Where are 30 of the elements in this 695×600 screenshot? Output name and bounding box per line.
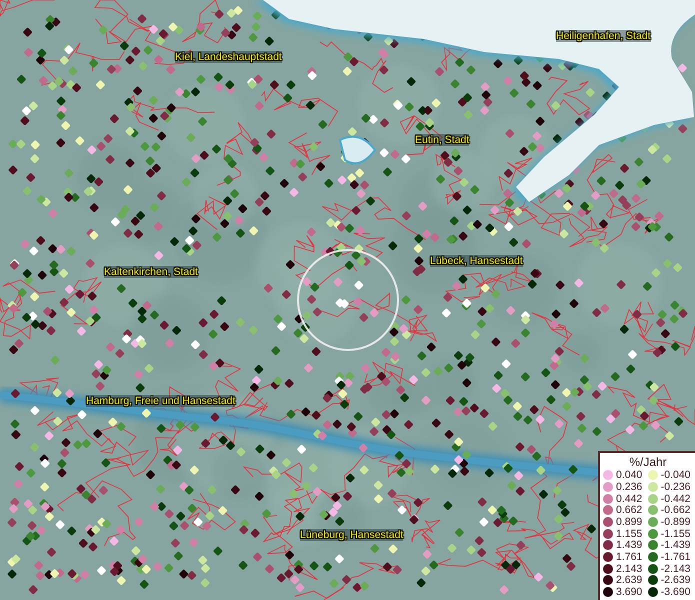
- legend-value: -0.442: [660, 492, 691, 505]
- legend-value: 0.442: [616, 492, 642, 505]
- legend-value: 1.439: [616, 539, 642, 552]
- legend-value: -1.761: [660, 551, 691, 564]
- legend-value: 0.899: [616, 516, 642, 528]
- legend-value: 1.155: [616, 528, 642, 540]
- legend-value: 3.690: [616, 586, 642, 598]
- legend-value: 0.236: [616, 480, 642, 493]
- legend-value: -0.662: [660, 504, 691, 516]
- legend-value: -0.236: [660, 480, 691, 493]
- legend-value: -1.439: [660, 539, 691, 552]
- legend-value: 2.143: [616, 562, 642, 575]
- legend-value: 0.040: [616, 469, 642, 482]
- legend-value: -0.899: [660, 516, 691, 528]
- place-label: Lübeck, Hansestadt: [430, 255, 523, 267]
- legend-value: -2.639: [660, 574, 691, 586]
- place-label: Kaltenkirchen, Stadt: [104, 266, 198, 278]
- place-label: Eutin, Stadt: [415, 134, 470, 146]
- legend-value: -2.143: [660, 562, 691, 575]
- place-label: Kiel, Landeshauptstadt: [175, 51, 282, 63]
- legend-value: -1.155: [660, 528, 691, 540]
- legend-value: 2.639: [616, 574, 642, 586]
- legend-value: 0.662: [616, 504, 642, 516]
- legend-value: -3.690: [660, 586, 691, 598]
- legend-title: %/Jahr: [628, 455, 668, 470]
- legend-value: 1.761: [616, 551, 642, 564]
- place-label: Hamburg, Freie und Hansestadt: [86, 395, 236, 407]
- legend-value: -0.040: [660, 469, 691, 482]
- place-label: Heiligenhafen, Stadt: [556, 30, 651, 42]
- place-label: Lüneburg, Hansestadt: [300, 529, 404, 541]
